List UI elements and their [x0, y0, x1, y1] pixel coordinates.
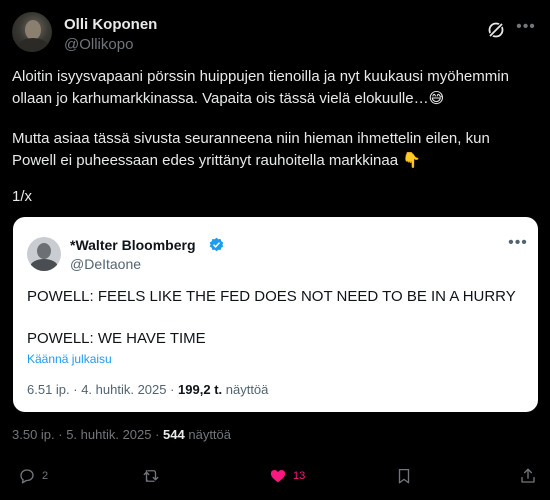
quote-text-line-2: POWELL: WE HAVE TIME [27, 330, 206, 347]
author-handle[interactable]: @Ollikopo [64, 36, 133, 53]
retweet-button[interactable] [142, 465, 160, 487]
reply-button[interactable]: 2 [18, 465, 48, 487]
tweet-body: Aloitin isyysvapaani pörssin huippujen t… [12, 66, 538, 110]
quote-meta: 6.51 ip. · 4. huhtik. 2025 · 199,2 t. nä… [27, 382, 268, 397]
avatar[interactable] [12, 12, 52, 52]
share-button[interactable] [519, 465, 537, 487]
grok-icon[interactable] [486, 20, 506, 40]
share-icon [521, 468, 535, 483]
tweet-paragraph-3: 1/x [12, 188, 33, 205]
quote-author-name[interactable]: *Walter Bloomberg [70, 237, 196, 253]
reply-count: 2 [42, 470, 49, 482]
tweet-paragraph-1: Aloitin isyysvapaani pörssin huippujen t… [12, 68, 514, 107]
quoted-tweet[interactable]: *Walter Bloomberg @DeItaone ••• POWELL: … [13, 217, 538, 412]
quote-more-icon[interactable]: ••• [508, 234, 528, 252]
views-label: näyttöä [184, 427, 232, 442]
quote-author-handle[interactable]: @DeItaone [70, 256, 141, 272]
author-name[interactable]: Olli Koponen [64, 16, 157, 33]
quote-text-line-1: POWELL: FEELS LIKE THE FED DOES NOT NEED… [27, 288, 516, 305]
like-button[interactable]: 13 [269, 465, 305, 487]
verified-icon [209, 237, 224, 252]
reply-icon [20, 469, 34, 484]
quote-avatar[interactable] [27, 237, 61, 271]
views-count: 544 [163, 427, 185, 442]
tweet-meta: 3.50 ip. · 5. huhtik. 2025 · 544 näyttöä [12, 427, 231, 442]
tweet-paragraph-2: Mutta asiaa tässä sivusta seuranneena ni… [12, 130, 490, 169]
quote-timestamp[interactable]: 6.51 ip. · 4. huhtik. 2025 · [27, 382, 178, 397]
bookmark-button[interactable] [395, 465, 413, 487]
tweet-timestamp[interactable]: 3.50 ip. · 5. huhtik. 2025 · [12, 427, 163, 442]
tweet-header: Olli Koponen @Ollikopo ••• [12, 12, 538, 56]
bookmark-icon [398, 468, 410, 484]
more-icon[interactable]: ••• [516, 19, 536, 40]
like-count: 13 [293, 470, 306, 482]
action-bar: 2 13 [12, 465, 538, 489]
quote-views-count: 199,2 t. [178, 382, 223, 397]
quote-views-label: näyttöä [222, 382, 269, 397]
heart-icon [270, 470, 286, 483]
translate-link[interactable]: Käännä julkaisu [27, 352, 112, 366]
retweet-icon [143, 470, 159, 482]
